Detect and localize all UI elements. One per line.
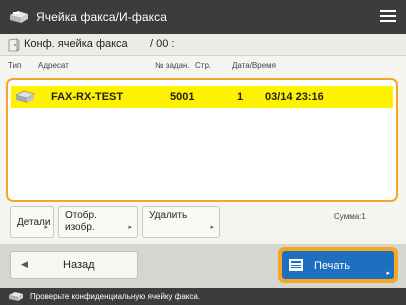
status-message: Проверьте конфиденциальную ячейку факса.	[30, 292, 201, 301]
print-icon	[289, 259, 303, 271]
box-name: Конф. ячейка факса	[24, 38, 128, 50]
box-selector-row: Конф. ячейка факса / 00 :	[0, 34, 406, 56]
fax-machine-icon	[9, 292, 23, 301]
back-button[interactable]: ◀ Назад	[10, 251, 138, 279]
header-job-number[interactable]: № задан.	[155, 61, 190, 70]
delete-button[interactable]: Удалить ▸	[142, 206, 220, 238]
status-bar: Проверьте конфиденциальную ячейку факса.	[0, 288, 406, 305]
menu-button[interactable]	[378, 7, 398, 27]
row-address: FAX-RX-TEST	[51, 91, 124, 103]
submenu-arrow-icon: ▸	[210, 224, 214, 231]
header-type[interactable]: Тип	[8, 61, 21, 70]
submenu-arrow-icon: ▸	[44, 224, 48, 231]
fax-machine-icon	[10, 11, 28, 23]
row-pages: 1	[237, 91, 244, 103]
bottom-bar: ◀ Назад Печать ▸	[0, 244, 406, 288]
header-address[interactable]: Адресат	[38, 61, 69, 70]
row-datetime: 03/14 23:16	[265, 91, 324, 103]
confidential-box-icon	[8, 38, 20, 52]
back-arrow-icon: ◀	[21, 259, 28, 269]
preview-image-button[interactable]: Отобр. изобр. ▸	[58, 206, 138, 238]
table-row[interactable]: FAX-RX-TEST 5001 1 03/14 23:16	[11, 86, 393, 108]
title-bar: Ячейка факса/И-факса	[0, 0, 406, 34]
print-button[interactable]: Печать ▸	[278, 247, 398, 283]
fax-machine-icon	[15, 90, 35, 103]
details-button[interactable]: Детали ▸	[10, 206, 54, 238]
box-count: / 00 :	[150, 38, 175, 50]
window-title: Ячейка факса/И-факса	[36, 10, 167, 24]
header-datetime[interactable]: Дата/Время	[232, 61, 276, 70]
action-row: Детали ▸ Отобр. изобр. ▸ Удалить ▸ Сумма…	[0, 206, 406, 242]
job-list[interactable]: FAX-RX-TEST 5001 1 03/14 23:16	[6, 78, 398, 202]
column-headers: Тип Адресат № задан. Стр. Дата/Время	[0, 57, 406, 75]
row-job-number: 5001	[170, 91, 195, 103]
header-pages[interactable]: Стр.	[195, 61, 211, 70]
total-count: Сумма:1	[334, 212, 366, 221]
submenu-arrow-icon: ▸	[128, 224, 132, 231]
submenu-arrow-icon: ▸	[386, 270, 390, 277]
hamburger-menu-icon	[380, 10, 396, 12]
fax-box-screen: Ячейка факса/И-факса Конф. ячейка факса …	[0, 0, 406, 305]
